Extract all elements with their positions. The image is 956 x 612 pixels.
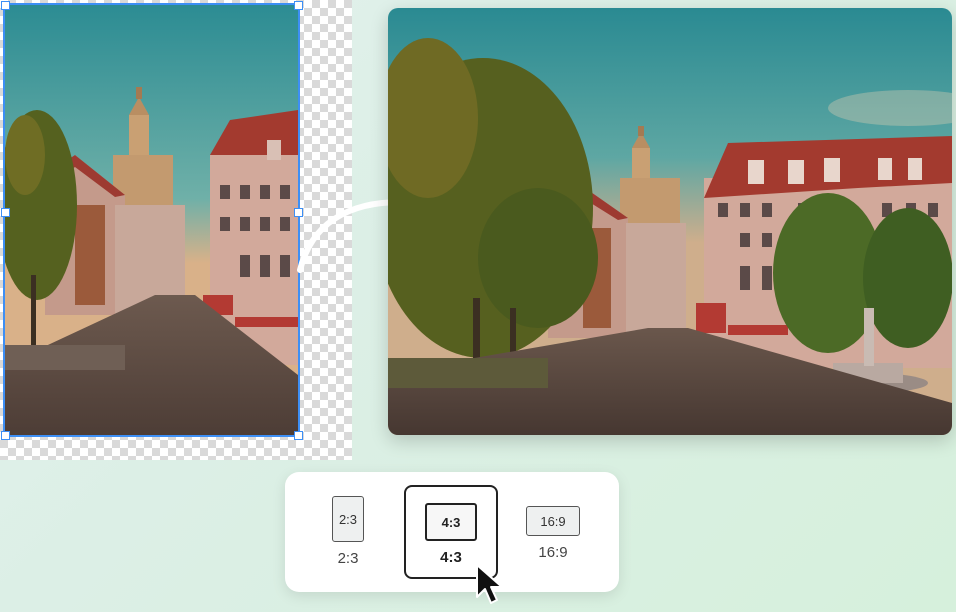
street-scene-landscape [388, 8, 952, 435]
aspect-4-3-box-label: 4:3 [441, 514, 461, 530]
aspect-2-3-icon: 2:3 [332, 496, 364, 542]
aspect-option-2-3[interactable]: 2:3 2:3 [319, 488, 377, 574]
street-scene-portrait [5, 5, 298, 435]
aspect-option-16-9[interactable]: 16:9 16:9 [517, 488, 589, 574]
resize-handle-top-right[interactable] [294, 1, 303, 10]
aspect-4-3-label: 4:3 [440, 549, 462, 566]
aspect-4-3-icon: 4:3 [425, 503, 477, 541]
aspect-2-3-box-label: 2:3 [338, 511, 358, 527]
source-image[interactable] [3, 3, 300, 437]
result-image [388, 8, 952, 435]
resize-handle-top-left[interactable] [1, 1, 10, 10]
resize-handle-bottom-right[interactable] [294, 431, 303, 440]
aspect-ratio-picker: 2:3 2:3 4:3 4:3 16:9 16:9 [285, 472, 619, 592]
aspect-2-3-label: 2:3 [337, 550, 359, 567]
aspect-16-9-label: 16:9 [538, 544, 568, 561]
aspect-16-9-icon: 16:9 [526, 506, 580, 536]
aspect-16-9-box-label: 16:9 [540, 513, 566, 529]
resize-handle-bottom-left[interactable] [1, 431, 10, 440]
mouse-pointer-icon [476, 564, 503, 604]
resize-handle-middle-left[interactable] [1, 208, 10, 217]
